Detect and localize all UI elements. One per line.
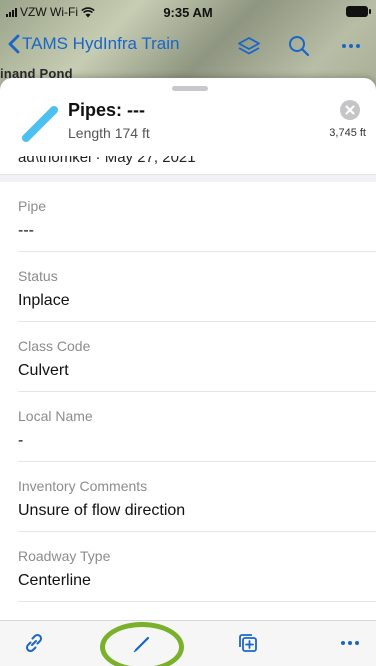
add-copy-icon[interactable]	[234, 629, 262, 657]
section-separator	[0, 174, 376, 182]
navigation-bar: TAMS HydInfra Train	[0, 28, 376, 64]
feature-length: Length 174 ft	[68, 125, 150, 141]
more-icon[interactable]	[338, 34, 364, 58]
highlight-ring	[100, 622, 184, 666]
layers-icon[interactable]	[236, 34, 262, 58]
status-time: 9:35 AM	[163, 5, 213, 20]
status-bar: VZW Wi-Fi 9:35 AM	[0, 0, 376, 22]
field-value: Culvert	[18, 362, 69, 379]
close-button[interactable]	[340, 100, 360, 120]
field-label: Status	[18, 268, 58, 284]
attribute-list: Pipe --- Status Inplace Class Code Culve…	[0, 182, 376, 602]
field-status: Status Inplace	[18, 252, 376, 322]
field-roadway-type: Roadway Type Centerline	[18, 532, 376, 602]
field-value: ---	[18, 222, 34, 239]
distance-label: 3,745 ft	[329, 127, 366, 139]
feature-detail-sheet: Pipes: --- Length 174 ft 3,745 ft ad\tho…	[0, 78, 376, 666]
field-label: Local Name	[18, 408, 93, 424]
field-label: Pipe	[18, 198, 47, 214]
field-local-name: Local Name -	[18, 392, 376, 462]
field-value: Centerline	[18, 572, 91, 589]
bottom-toolbar	[0, 620, 376, 666]
pipe-line-icon	[22, 106, 58, 142]
more-icon[interactable]	[336, 629, 364, 657]
chevron-left-icon	[8, 34, 20, 54]
field-pipe: Pipe ---	[18, 182, 376, 252]
link-icon[interactable]	[20, 629, 48, 657]
editor-info: ad\thomkel · May 27, 2021	[18, 156, 196, 166]
field-label: Class Code	[18, 338, 91, 354]
field-inventory-comments: Inventory Comments Unsure of flow direct…	[18, 462, 376, 532]
feature-header: Pipes: --- Length 174 ft 3,745 ft	[0, 94, 376, 156]
field-value: -	[18, 432, 24, 449]
close-icon	[345, 105, 355, 115]
partially-hidden-row: ad\thomkel · May 27, 2021	[0, 156, 376, 174]
search-icon[interactable]	[286, 34, 312, 58]
back-label: TAMS HydInfra Train	[22, 34, 180, 53]
field-value: Unsure of flow direction	[18, 502, 186, 519]
sheet-grabber[interactable]	[172, 86, 208, 91]
field-class-code: Class Code Culvert	[18, 322, 376, 392]
back-button[interactable]: TAMS HydInfra Train	[8, 34, 179, 54]
feature-title: Pipes: ---	[68, 100, 146, 120]
battery-icon	[346, 6, 371, 17]
field-label: Inventory Comments	[18, 478, 148, 494]
field-value: Inplace	[18, 292, 70, 309]
field-label: Roadway Type	[18, 548, 111, 564]
